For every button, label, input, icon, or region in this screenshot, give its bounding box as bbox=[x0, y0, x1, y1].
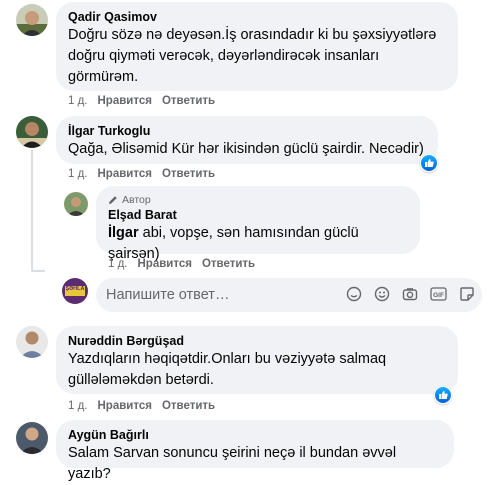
comment-time[interactable]: 1 д. bbox=[68, 95, 88, 107]
like-button[interactable]: Нравится bbox=[98, 168, 152, 180]
comment-author[interactable]: Aygün Bağırlı bbox=[68, 427, 442, 443]
comment-text: Doğru sözə nə deyəsən.İş orasındadır ki … bbox=[68, 27, 437, 85]
avatar[interactable] bbox=[16, 422, 48, 454]
comment-text: Qağa, Əlisəmid Kür hər ikisindən güclü ş… bbox=[68, 141, 424, 157]
author-badge-label: Автор bbox=[122, 194, 151, 206]
comment-bubble: İlgar Turkoglu Qağa, Əlisəmid Kür hər ik… bbox=[56, 116, 438, 164]
comment-time[interactable]: 1 д. bbox=[68, 168, 88, 180]
avatar[interactable] bbox=[16, 326, 48, 358]
reaction-badge[interactable] bbox=[420, 154, 438, 172]
reply-button[interactable]: Ответить bbox=[162, 168, 215, 180]
comment-actions: 1 д. Нравится Ответить bbox=[68, 95, 225, 107]
like-button[interactable]: Нравится bbox=[138, 258, 192, 270]
comment-text: Yazdıqların həqiqətdir.Onları bu vəziyyə… bbox=[68, 351, 387, 388]
comment-actions: 1 д. Нравится Ответить bbox=[68, 400, 225, 412]
gif-icon[interactable]: GIF bbox=[430, 287, 447, 301]
comment-author[interactable]: Nurəddin Bərgüşad bbox=[68, 333, 446, 349]
reply-input-actions: GIF bbox=[346, 286, 475, 302]
reply-button[interactable]: Ответить bbox=[202, 258, 255, 270]
mention-link[interactable]: İlgar bbox=[108, 225, 139, 241]
like-icon bbox=[439, 391, 448, 399]
comment-text-body: abi, vopşe, sən hamısından güclü şairsən… bbox=[108, 225, 359, 262]
comment-bubble: Автор Elşad Barat İlgar abi, vopşe, sən … bbox=[96, 186, 420, 262]
camera-icon[interactable] bbox=[402, 286, 418, 302]
reply-button[interactable]: Ответить bbox=[162, 400, 215, 412]
comment-author[interactable]: İlgar Turkoglu bbox=[68, 123, 426, 139]
svg-text:GIF: GIF bbox=[433, 292, 444, 299]
comment-actions: 1 д. Нравится Ответить bbox=[108, 258, 265, 270]
like-icon bbox=[425, 159, 434, 167]
avatar[interactable] bbox=[16, 116, 48, 148]
sticker-icon[interactable] bbox=[346, 286, 362, 302]
pencil-icon bbox=[109, 196, 117, 204]
thread-line bbox=[31, 150, 33, 270]
reaction-badge[interactable] bbox=[434, 386, 452, 404]
comment-bubble: Nurəddin Bərgüşad Yazdıqların həqiqətdir… bbox=[56, 326, 458, 394]
thread-line bbox=[31, 270, 45, 272]
reply-placeholder: Напишите ответ… bbox=[106, 287, 230, 303]
comment-time[interactable]: 1 д. bbox=[68, 400, 88, 412]
avatar-label: ŞƏHLA bbox=[65, 286, 85, 292]
like-button[interactable]: Нравится bbox=[98, 95, 152, 107]
avatar[interactable] bbox=[16, 4, 48, 36]
comment-time[interactable]: 1 д. bbox=[108, 258, 128, 270]
comment-author[interactable]: Elşad Barat bbox=[108, 207, 408, 223]
author-badge: Автор bbox=[108, 193, 408, 207]
comment-text: Salam Sarvan sonuncu şeirini neçə il bun… bbox=[68, 445, 397, 482]
comment-bubble: Qadir Qasimov Doğru sözə nə deyəsən.İş o… bbox=[56, 2, 458, 91]
emoji-icon[interactable] bbox=[374, 286, 390, 302]
reply-input[interactable]: Напишите ответ… GIF bbox=[96, 278, 482, 312]
comment-author[interactable]: Qadir Qasimov bbox=[68, 9, 446, 25]
stickers-icon[interactable] bbox=[459, 286, 475, 302]
reply-button[interactable]: Ответить bbox=[162, 95, 215, 107]
like-button[interactable]: Нравится bbox=[98, 400, 152, 412]
comment-actions: 1 д. Нравится Ответить bbox=[68, 168, 225, 180]
comment-bubble: Aygün Bağırlı Salam Sarvan sonuncu şeiri… bbox=[56, 420, 454, 482]
avatar[interactable] bbox=[64, 192, 88, 216]
